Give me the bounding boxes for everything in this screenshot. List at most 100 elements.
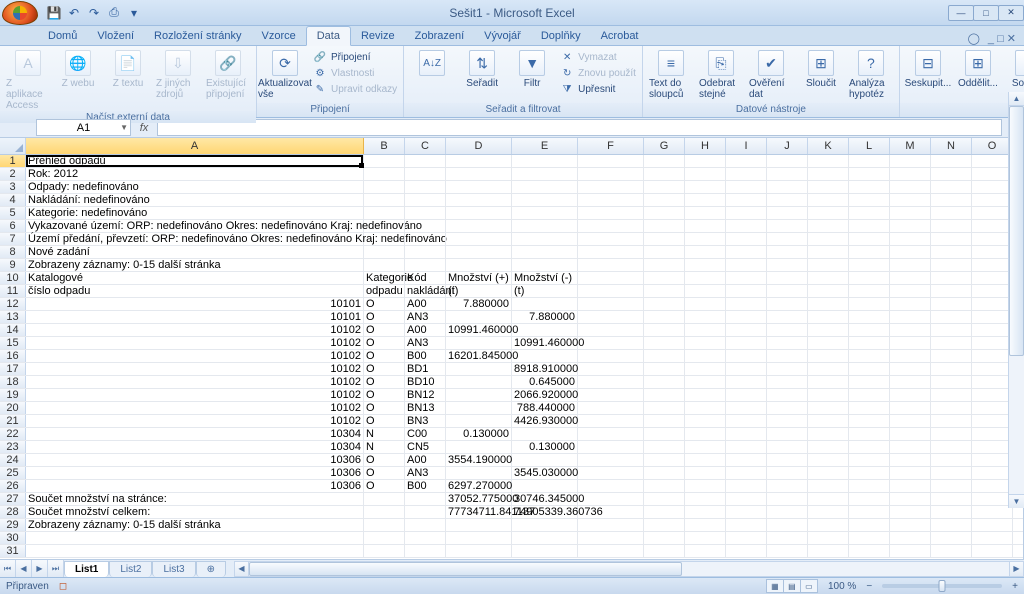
cell[interactable] [578, 181, 644, 193]
vscroll-thumb[interactable] [1009, 106, 1024, 356]
row-header[interactable]: 18 [0, 376, 26, 388]
column-header[interactable]: B [364, 138, 405, 154]
cell[interactable] [644, 545, 685, 557]
cell[interactable] [931, 285, 972, 297]
cell[interactable] [767, 480, 808, 492]
cell[interactable] [890, 285, 931, 297]
cell[interactable] [26, 532, 364, 544]
cell[interactable] [685, 545, 726, 557]
cell[interactable]: 0.645000 [512, 376, 578, 388]
cell[interactable] [446, 337, 512, 349]
cell[interactable] [578, 337, 644, 349]
cell[interactable] [890, 220, 931, 232]
cell[interactable] [767, 220, 808, 232]
row-header[interactable]: 29 [0, 519, 26, 531]
cell[interactable]: Rok: 2012 [26, 168, 364, 180]
cell[interactable] [405, 259, 446, 271]
cell[interactable]: O [364, 389, 405, 401]
column-header[interactable]: D [446, 138, 512, 154]
vertical-scrollbar[interactable]: ▲ ▼ [1008, 92, 1024, 508]
cell[interactable] [578, 402, 644, 414]
cell[interactable] [931, 376, 972, 388]
cell[interactable] [890, 168, 931, 180]
cell[interactable] [972, 233, 1013, 245]
cell[interactable] [578, 311, 644, 323]
cell[interactable] [512, 519, 578, 531]
cell[interactable]: 10991.460000 [512, 337, 578, 349]
cell[interactable] [512, 454, 578, 466]
cell[interactable] [808, 207, 849, 219]
help-icon[interactable]: ◯ [968, 32, 980, 45]
cell[interactable] [808, 233, 849, 245]
cell[interactable] [767, 428, 808, 440]
last-sheet-icon[interactable]: ⏭ [48, 560, 64, 577]
advanced-filter-button[interactable]: ⧩Upřesnit [560, 82, 636, 96]
cell[interactable] [931, 389, 972, 401]
cell[interactable] [726, 441, 767, 453]
cell[interactable]: A00 [405, 298, 446, 310]
chevron-down-icon[interactable]: ▼ [120, 123, 128, 132]
cell[interactable]: 10102 [26, 324, 364, 336]
cell[interactable] [685, 519, 726, 531]
cell[interactable] [405, 506, 446, 518]
cell[interactable] [849, 376, 890, 388]
macro-record-icon[interactable]: ◻ [59, 581, 67, 592]
cell[interactable]: O [364, 350, 405, 362]
cell[interactable] [767, 298, 808, 310]
cell[interactable] [685, 259, 726, 271]
cell[interactable] [364, 532, 405, 544]
cell[interactable] [767, 337, 808, 349]
scroll-up-icon[interactable]: ▲ [1009, 92, 1024, 106]
cell[interactable] [512, 181, 578, 193]
cell[interactable]: 10304 [26, 428, 364, 440]
cell[interactable] [931, 259, 972, 271]
cell[interactable] [849, 493, 890, 505]
cell[interactable] [808, 337, 849, 349]
cell[interactable]: 8918.910000 [512, 363, 578, 375]
from-web-button[interactable]: 🌐Z webu [56, 48, 100, 89]
cell[interactable] [364, 259, 405, 271]
cell[interactable] [972, 532, 1013, 544]
cell[interactable] [767, 311, 808, 323]
cell[interactable] [849, 337, 890, 349]
cell[interactable]: 0.130000 [446, 428, 512, 440]
cell[interactable] [808, 545, 849, 557]
cell[interactable] [685, 220, 726, 232]
office-button[interactable] [2, 1, 38, 25]
first-sheet-icon[interactable]: ⏮ [0, 560, 16, 577]
cell[interactable] [685, 298, 726, 310]
cell[interactable]: N [364, 428, 405, 440]
column-header[interactable]: J [767, 138, 808, 154]
cell[interactable]: 37052.775000 [446, 493, 512, 505]
cell[interactable] [972, 337, 1013, 349]
column-header[interactable]: I [726, 138, 767, 154]
cell[interactable]: A00 [405, 454, 446, 466]
cell[interactable] [890, 376, 931, 388]
row-header[interactable]: 23 [0, 441, 26, 453]
cell[interactable] [849, 168, 890, 180]
cell[interactable]: 10306 [26, 454, 364, 466]
cell[interactable] [849, 220, 890, 232]
cell[interactable]: 10101 [26, 298, 364, 310]
cell[interactable] [578, 324, 644, 336]
cell[interactable]: O [364, 311, 405, 323]
cell[interactable] [849, 363, 890, 375]
cell[interactable] [726, 259, 767, 271]
cell[interactable] [405, 493, 446, 505]
page-break-view-icon[interactable]: ▭ [800, 579, 818, 593]
from-access-button[interactable]: AZ aplikace Access [6, 48, 50, 111]
cell[interactable] [972, 402, 1013, 414]
cell[interactable] [931, 519, 972, 531]
cell[interactable] [972, 207, 1013, 219]
cell[interactable] [685, 506, 726, 518]
cell[interactable] [685, 467, 726, 479]
hscroll-thumb[interactable] [249, 562, 682, 576]
cell[interactable] [931, 532, 972, 544]
cell[interactable] [644, 350, 685, 362]
cell[interactable] [685, 324, 726, 336]
cell[interactable]: 10102 [26, 337, 364, 349]
cell[interactable] [446, 415, 512, 427]
cell[interactable] [890, 402, 931, 414]
cell[interactable] [767, 350, 808, 362]
cell[interactable] [808, 350, 849, 362]
